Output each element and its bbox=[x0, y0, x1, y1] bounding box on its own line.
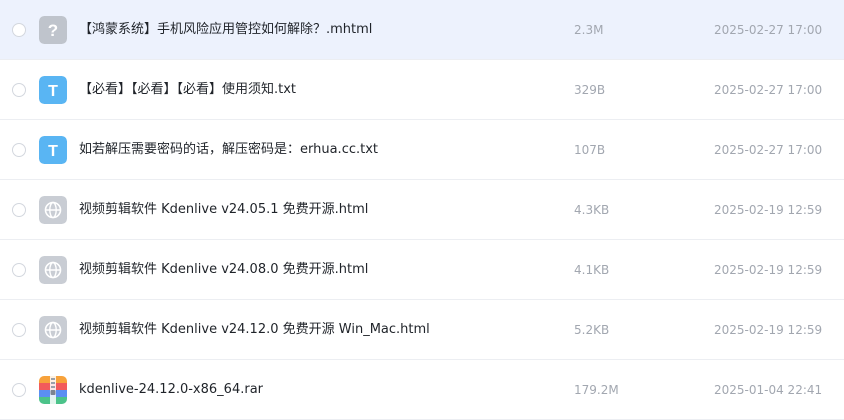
file-name[interactable]: 视频剪辑软件 Kdenlive v24.05.1 免费开源.html bbox=[79, 180, 368, 240]
file-date: 2025-01-04 22:41 bbox=[714, 383, 823, 397]
file-date: 2025-02-19 12:59 bbox=[714, 263, 823, 277]
svg-text:T: T bbox=[48, 143, 58, 160]
file-date: 2025-02-27 17:00 bbox=[714, 143, 823, 157]
select-radio[interactable] bbox=[12, 203, 26, 217]
web-file-icon bbox=[39, 196, 67, 224]
file-size: 329B bbox=[574, 83, 606, 97]
file-row[interactable]: 视频剪辑软件 Kdenlive v24.08.0 免费开源.html 4.1KB… bbox=[0, 240, 844, 300]
file-list: ? 【鸿蒙系统】手机风险应用管控如何解除？.mhtml 2.3M 2025-02… bbox=[0, 0, 844, 420]
file-name[interactable]: kdenlive-24.12.0-x86_64.rar bbox=[79, 360, 263, 420]
file-row[interactable]: T 【必看】【必看】【必看】使用须知.txt 329B 2025-02-27 1… bbox=[0, 60, 844, 120]
file-size: 4.1KB bbox=[574, 263, 610, 277]
archive-file-icon bbox=[39, 376, 67, 404]
select-radio[interactable] bbox=[12, 23, 26, 37]
select-radio[interactable] bbox=[12, 263, 26, 277]
file-name[interactable]: 【必看】【必看】【必看】使用须知.txt bbox=[79, 60, 296, 120]
file-name[interactable]: 如若解压需要密码的话，解压密码是：erhua.cc.txt bbox=[79, 120, 378, 180]
file-size: 179.2M bbox=[574, 383, 619, 397]
file-row[interactable]: T 如若解压需要密码的话，解压密码是：erhua.cc.txt 107B 202… bbox=[0, 120, 844, 180]
file-name[interactable]: 视频剪辑软件 Kdenlive v24.12.0 免费开源 Win_Mac.ht… bbox=[79, 300, 430, 360]
text-file-icon: T bbox=[39, 76, 67, 104]
select-radio[interactable] bbox=[12, 143, 26, 157]
file-row[interactable]: 视频剪辑软件 Kdenlive v24.05.1 免费开源.html 4.3KB… bbox=[0, 180, 844, 240]
file-row[interactable]: 视频剪辑软件 Kdenlive v24.12.0 免费开源 Win_Mac.ht… bbox=[0, 300, 844, 360]
unknown-file-icon: ? bbox=[39, 16, 67, 44]
file-date: 2025-02-27 17:00 bbox=[714, 23, 823, 37]
select-radio[interactable] bbox=[12, 323, 26, 337]
file-name[interactable]: 视频剪辑软件 Kdenlive v24.08.0 免费开源.html bbox=[79, 240, 368, 300]
file-size: 4.3KB bbox=[574, 203, 610, 217]
file-row[interactable]: ? 【鸿蒙系统】手机风险应用管控如何解除？.mhtml 2.3M 2025-02… bbox=[0, 0, 844, 60]
select-radio[interactable] bbox=[12, 83, 26, 97]
file-size: 107B bbox=[574, 143, 606, 157]
svg-text:?: ? bbox=[48, 21, 58, 40]
file-size: 5.2KB bbox=[574, 323, 610, 337]
web-file-icon bbox=[39, 256, 67, 284]
select-radio[interactable] bbox=[12, 383, 26, 397]
file-size: 2.3M bbox=[574, 23, 604, 37]
svg-text:T: T bbox=[48, 83, 58, 100]
file-date: 2025-02-27 17:00 bbox=[714, 83, 823, 97]
file-date: 2025-02-19 12:59 bbox=[714, 323, 823, 337]
file-date: 2025-02-19 12:59 bbox=[714, 203, 823, 217]
file-name[interactable]: 【鸿蒙系统】手机风险应用管控如何解除？.mhtml bbox=[79, 0, 372, 60]
file-row[interactable]: kdenlive-24.12.0-x86_64.rar 179.2M 2025-… bbox=[0, 360, 844, 420]
web-file-icon bbox=[39, 316, 67, 344]
text-file-icon: T bbox=[39, 136, 67, 164]
